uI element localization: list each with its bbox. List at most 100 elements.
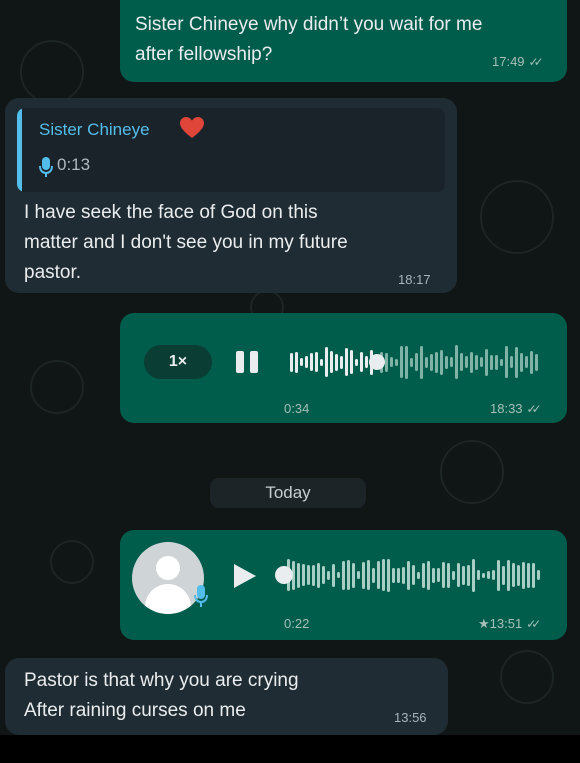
- waveform-bar: [522, 562, 525, 589]
- message-time: 18:33 ✓✓: [490, 401, 542, 416]
- double-check-icon: ✓✓: [526, 617, 541, 631]
- waveform-bar: [390, 357, 393, 367]
- waveform-bar: [307, 565, 310, 585]
- waveform-bar: [485, 349, 488, 376]
- waveform-bar: [330, 351, 333, 373]
- message-text: pastor.: [24, 262, 82, 283]
- waveform-bar: [300, 358, 303, 366]
- waveform-bar: [530, 351, 533, 374]
- double-check-icon: ✓✓: [526, 402, 542, 416]
- waveform-bar: [325, 347, 328, 377]
- heart-icon: [180, 117, 204, 138]
- incoming-message-bubble[interactable]: Pastor is that why you are crying After …: [5, 658, 448, 735]
- waveform-bar: [387, 559, 390, 592]
- waveform-bar: [425, 357, 428, 368]
- waveform-bar: [342, 561, 345, 590]
- waveform-bar: [352, 563, 355, 588]
- waveform-bar: [475, 355, 478, 370]
- timestamp: 18:33: [490, 401, 523, 416]
- quote-duration: 0:13: [57, 155, 91, 174]
- playback-speed-button[interactable]: 1×: [144, 345, 212, 379]
- waveform-bar: [482, 573, 485, 578]
- waveform-bar: [480, 357, 483, 367]
- timestamp: ★13:51: [478, 616, 523, 631]
- voice-duration: 0:22: [284, 616, 310, 631]
- waveform-bar: [510, 356, 513, 368]
- waveform-bar: [447, 563, 450, 588]
- waveform-bar: [312, 565, 315, 586]
- waveform-bar: [335, 354, 338, 371]
- waveform-bar: [467, 565, 470, 586]
- waveform-bar: [327, 571, 330, 580]
- waveform-bar: [397, 568, 400, 583]
- double-check-icon: ✓✓: [528, 55, 544, 69]
- waveform-bar: [365, 356, 368, 368]
- waveform-bar: [445, 356, 448, 369]
- waveform-bar: [367, 560, 370, 590]
- waveform-bar: [317, 563, 320, 588]
- message-time: 18:17: [398, 272, 431, 287]
- waveform-bar: [372, 568, 375, 583]
- waveform-bar: [310, 353, 313, 371]
- waveform-bar: [520, 353, 523, 372]
- bottom-bar: [0, 735, 580, 763]
- quote-accent-bar: [17, 108, 22, 192]
- waveform-bar: [472, 559, 475, 592]
- quoted-voice-message[interactable]: Sister Chineye 0:13: [17, 108, 445, 192]
- waveform-bar: [402, 567, 405, 584]
- waveform-bar: [337, 572, 340, 578]
- outgoing-voice-message[interactable]: 0:22 ★13:51 ✓✓: [120, 530, 567, 640]
- waveform-bar: [490, 355, 493, 370]
- waveform-bar: [432, 568, 435, 583]
- message-text: I have seek the face of God on this: [24, 202, 318, 223]
- waveform-bar: [502, 566, 505, 585]
- waveform-bar: [527, 563, 530, 588]
- message-time: 17:49 ✓✓: [492, 54, 544, 69]
- waveform-bar: [347, 560, 350, 590]
- waveform-bar: [385, 353, 388, 372]
- waveform-bar: [295, 352, 298, 373]
- waveform-scrubber[interactable]: [275, 566, 293, 584]
- message-text: After raining curses on me: [24, 700, 246, 721]
- waveform-bar: [290, 353, 293, 372]
- waveform-bar: [435, 352, 438, 373]
- waveform-bar: [532, 563, 535, 588]
- waveform-bar: [462, 566, 465, 585]
- waveform-bar: [492, 570, 495, 580]
- waveform-bar: [322, 566, 325, 584]
- message-time: ★13:51 ✓✓: [478, 616, 541, 632]
- message-text: matter and I don't see you in my future: [24, 232, 348, 253]
- waveform-bar: [437, 568, 440, 582]
- waveform-bar: [457, 563, 460, 587]
- waveform-bar: [427, 561, 430, 590]
- voice-waveform[interactable]: [275, 558, 544, 592]
- waveform-bar: [497, 560, 500, 591]
- waveform-bar: [400, 346, 403, 378]
- waveform-bar: [500, 359, 503, 366]
- waveform-bar: [412, 565, 415, 585]
- waveform-bar: [410, 358, 413, 367]
- waveform-bar: [332, 564, 335, 587]
- waveform-bar: [512, 563, 515, 587]
- timestamp: 17:49: [492, 54, 525, 69]
- waveform-bar: [377, 561, 380, 589]
- waveform-bar: [515, 347, 518, 378]
- waveform-bar: [487, 571, 490, 579]
- voice-waveform[interactable]: [290, 345, 544, 379]
- microphone-icon: [39, 157, 53, 177]
- waveform-scrubber[interactable]: [369, 354, 385, 370]
- waveform-bar: [297, 563, 300, 588]
- message-text: Pastor is that why you are crying: [24, 670, 299, 691]
- waveform-bar: [305, 356, 308, 368]
- play-icon[interactable]: [234, 564, 256, 588]
- pause-icon[interactable]: [236, 351, 262, 373]
- date-divider: Today: [210, 478, 366, 508]
- outgoing-message-bubble[interactable]: Sister Chineye why didn’t you wait for m…: [120, 0, 567, 82]
- outgoing-voice-message[interactable]: 1× 0:34 18:33 ✓✓: [120, 313, 567, 423]
- incoming-message-bubble[interactable]: Sister Chineye 0:13 I have seek the face…: [5, 98, 457, 293]
- waveform-bar: [382, 559, 385, 591]
- waveform-bar: [320, 359, 323, 366]
- waveform-bar: [505, 346, 508, 378]
- waveform-bar: [450, 357, 453, 367]
- waveform-bar: [345, 348, 348, 376]
